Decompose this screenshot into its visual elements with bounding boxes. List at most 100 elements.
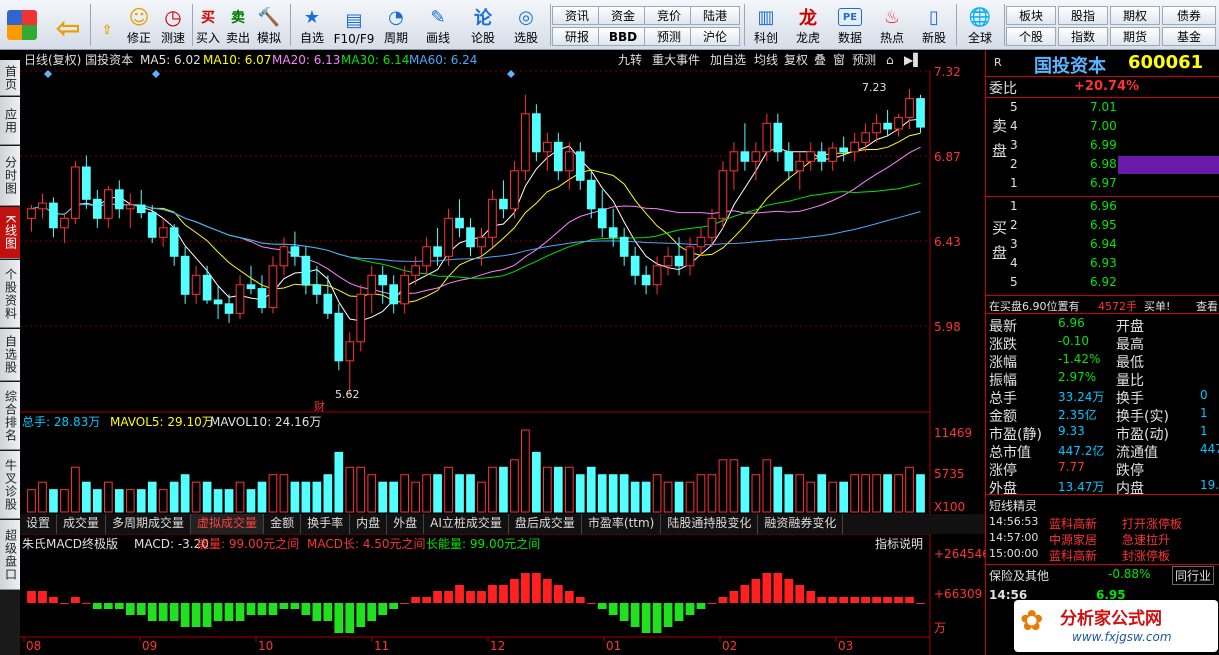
- tab-apps[interactable]: 应用: [0, 97, 20, 145]
- macd-bar: [433, 591, 442, 603]
- macd-bar: [894, 597, 903, 603]
- tab-margin[interactable]: 融资融券变化: [758, 514, 844, 534]
- tab-virtual-volume[interactable]: 虚拟成交量: [191, 514, 265, 534]
- bonds-button[interactable]: 债券: [1162, 6, 1216, 25]
- stat-row: 金额 2.35亿 换手(实) 1: [986, 406, 1219, 425]
- price-tick: 7.32: [934, 65, 961, 79]
- sell-button[interactable]: 卖 卖出: [224, 2, 252, 48]
- back-button[interactable]: ⇦: [50, 2, 86, 48]
- stocks-button[interactable]: 个股: [1006, 27, 1056, 46]
- stat-row-cell: 开盘: [1116, 319, 1144, 335]
- tab-volume[interactable]: 成交量: [57, 514, 107, 534]
- alert-row-cell: 打开涨停板: [1122, 517, 1183, 531]
- simulate-button[interactable]: 🔨 模拟: [254, 2, 284, 48]
- tab-ranking[interactable]: 综合排名: [0, 382, 20, 450]
- predict-button[interactable]: 预测: [852, 53, 876, 67]
- macd-bar: [905, 597, 914, 603]
- data-button[interactable]: PE 数据: [832, 2, 868, 48]
- add-watch-button[interactable]: 加自选: [710, 53, 746, 67]
- tab-amount[interactable]: 金额: [264, 514, 302, 534]
- watchlist-button[interactable]: ★ 自选: [294, 2, 330, 48]
- candle-body: [27, 208, 36, 219]
- tab-ai-volume[interactable]: AI立桩成交量: [424, 514, 509, 534]
- macd-bar: [202, 603, 212, 627]
- tab-inner[interactable]: 内盘: [350, 514, 388, 534]
- major-events-button[interactable]: 重大事件: [652, 53, 700, 67]
- tab-home[interactable]: 首页: [0, 60, 20, 96]
- tab-diagnosis[interactable]: 牛叉诊股: [0, 451, 20, 519]
- star-market-button[interactable]: ▥ 科创: [748, 2, 784, 48]
- index-futures-button[interactable]: 股指: [1058, 6, 1108, 25]
- tab-turnover[interactable]: 换手率: [301, 514, 351, 534]
- fund-button[interactable]: 基金: [1162, 27, 1216, 46]
- hot-button[interactable]: ♨ 热点: [874, 2, 910, 48]
- tab-watchlist[interactable]: 自选股: [0, 329, 20, 381]
- forecast-button[interactable]: 预测: [644, 27, 694, 46]
- logo-button[interactable]: [4, 2, 40, 48]
- tab-connect-holding[interactable]: 陆股通持股变化: [661, 514, 759, 534]
- bbd-button[interactable]: BBD: [598, 27, 648, 46]
- speed-test-button[interactable]: ◷ 测速: [156, 2, 190, 48]
- draw-line-button[interactable]: ✎ 画线: [420, 2, 456, 48]
- stat-row: 振幅 2.97% 量比: [986, 370, 1219, 389]
- same-industry-button[interactable]: 同行业: [1172, 566, 1215, 585]
- hk-connect-button[interactable]: 陆港: [690, 6, 740, 25]
- tab-settings[interactable]: 设置: [20, 514, 58, 534]
- period-icon: ◔: [388, 6, 404, 28]
- candle-body: [630, 255, 640, 276]
- sell-row-cell: 6.98: [1090, 157, 1117, 171]
- futures-button[interactable]: 期货: [1110, 27, 1160, 46]
- tab-after-hours[interactable]: 盘后成交量: [509, 514, 582, 534]
- sh-london-button[interactable]: 沪伦: [690, 27, 740, 46]
- stock-picker-button[interactable]: ◎ 选股: [506, 2, 546, 48]
- indexes-button[interactable]: 指数: [1058, 27, 1108, 46]
- tab-profile[interactable]: 个股资料: [0, 260, 20, 328]
- indicator-help-button[interactable]: 指标说明: [875, 536, 923, 551]
- nine-turn-button[interactable]: 九转: [618, 52, 642, 67]
- sector-button[interactable]: 板块: [1006, 6, 1056, 25]
- alert-row-cell: 14:56:53: [989, 515, 1039, 528]
- tab-intraday[interactable]: 分时图: [0, 146, 20, 206]
- macd-bar: [564, 591, 574, 603]
- dragon-tiger-button[interactable]: 龙 龙虎: [790, 2, 826, 48]
- volume-bar: [378, 481, 388, 513]
- ipo-button[interactable]: ▯ 新股: [916, 2, 952, 48]
- candle-body: [466, 227, 475, 248]
- lock-icon[interactable]: ⌂: [886, 53, 894, 67]
- sell-row-cell: 1: [1010, 176, 1018, 190]
- volume-bar: [608, 474, 618, 513]
- ma-button[interactable]: 均线: [754, 53, 778, 67]
- volume-bar: [586, 466, 596, 513]
- divider: [986, 494, 1219, 495]
- order-notice-more[interactable]: 查看: [1196, 298, 1218, 314]
- main-toolbar: ⇦ ⇧ ☺ 修正 ◷ 测速 买 买入 卖 卖出 🔨 模拟 ★ 自选 ▤ F10/…: [0, 0, 1219, 50]
- window-button[interactable]: 窗: [833, 53, 845, 67]
- scroll-up-button[interactable]: ⇧: [96, 2, 118, 48]
- candle-body: [49, 202, 58, 229]
- kline-chart[interactable]: 日线(复权) 国投资本 MA5: 6.02 MA10: 6.07 MA20: 6…: [20, 50, 985, 655]
- macd-bar: [828, 597, 838, 603]
- candle-body: [663, 255, 673, 267]
- period-button[interactable]: ◔ 周期: [378, 2, 414, 48]
- research-button[interactable]: 研报: [552, 27, 602, 46]
- tab-outer[interactable]: 外盘: [387, 514, 425, 534]
- tab-super-board[interactable]: 超级盘口: [0, 520, 20, 590]
- f10-button[interactable]: ▤ F10/F9: [332, 2, 376, 48]
- tab-multi-volume[interactable]: 多周期成交量: [106, 514, 192, 534]
- expand-icon[interactable]: ▶▌: [904, 52, 922, 67]
- buy-button[interactable]: 买 买入: [194, 2, 222, 48]
- overlay-button[interactable]: 叠: [814, 53, 826, 67]
- forum-button[interactable]: 论 论股: [466, 2, 500, 48]
- global-button[interactable]: 🌐 全球: [960, 2, 1000, 48]
- candle-body: [268, 265, 278, 309]
- news-button[interactable]: 资讯: [552, 6, 602, 25]
- adjust-button[interactable]: 复权: [784, 53, 808, 67]
- tab-kline[interactable]: K线图: [0, 207, 20, 259]
- tab-pe-ttm[interactable]: 市盈率(ttm): [582, 514, 662, 534]
- buy-row-cell: 2: [1010, 218, 1018, 232]
- fix-button[interactable]: ☺ 修正: [122, 2, 156, 48]
- funds-button[interactable]: 资金: [598, 6, 648, 25]
- options-button[interactable]: 期权: [1110, 6, 1160, 25]
- bidding-button[interactable]: 竞价: [644, 6, 694, 25]
- candle-body: [136, 204, 146, 214]
